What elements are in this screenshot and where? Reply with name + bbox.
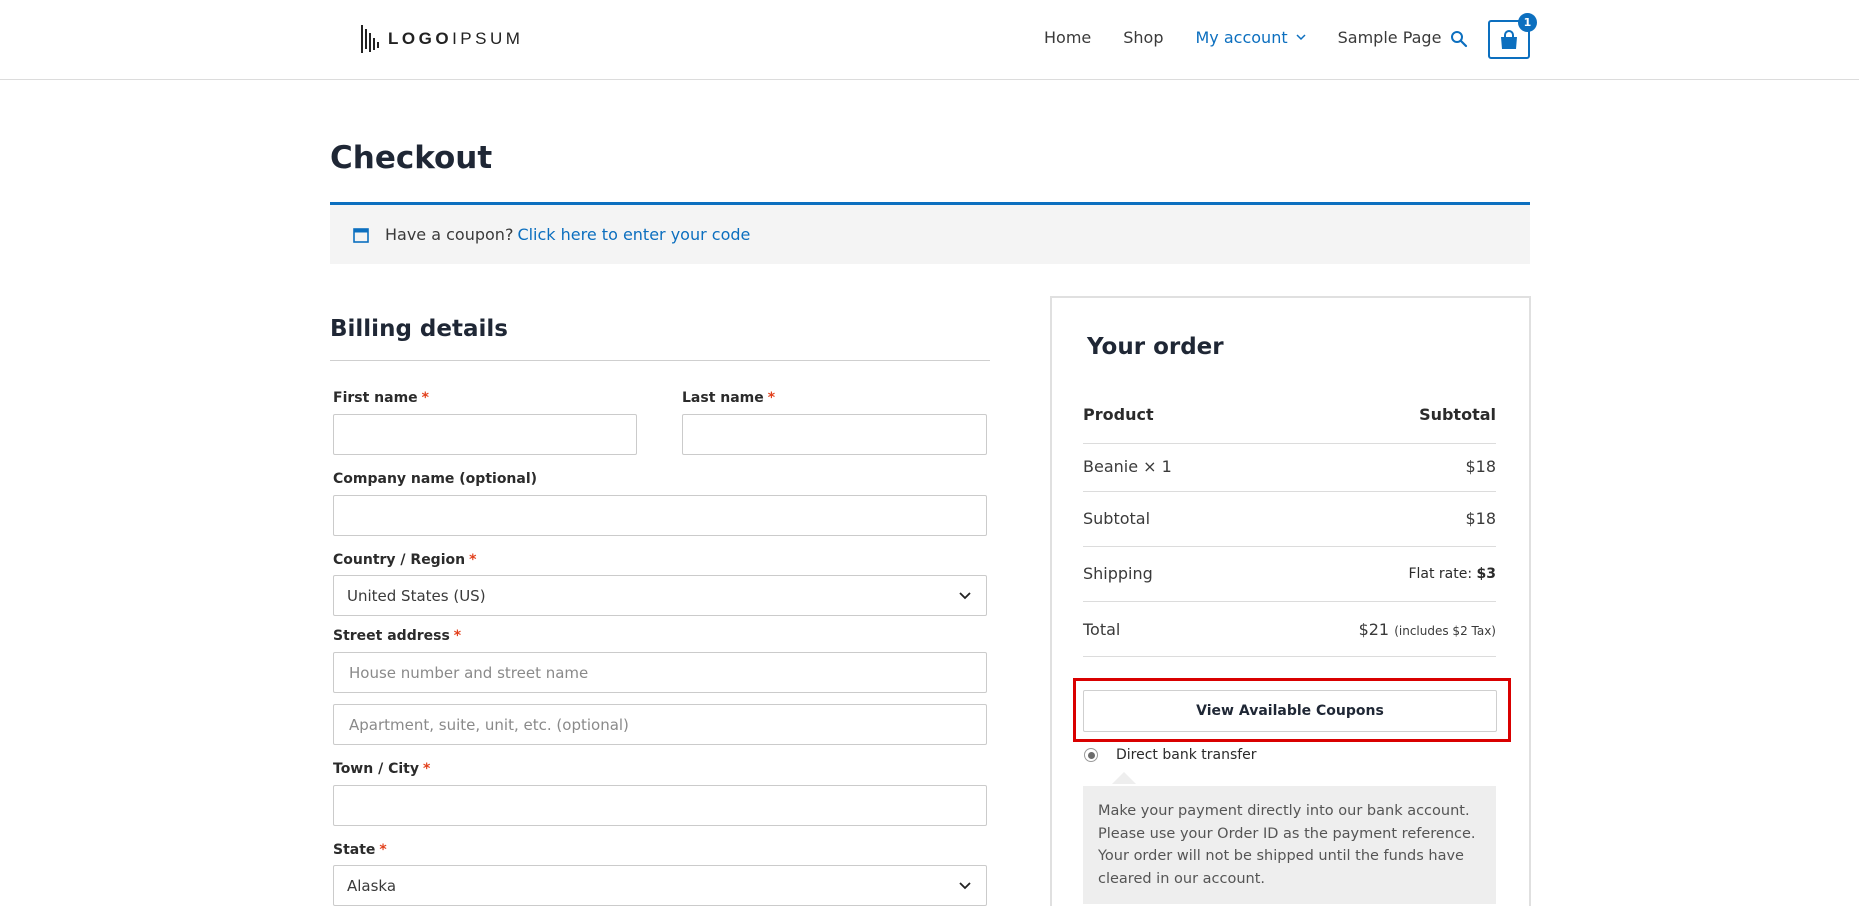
apartment-input[interactable] (333, 704, 987, 745)
coupon-notice-text: Have a coupon? (385, 225, 514, 244)
last-name-input[interactable] (682, 414, 987, 455)
first-name-input[interactable] (333, 414, 637, 455)
shipping-label: Shipping (1083, 564, 1153, 583)
direct-bank-transfer-label[interactable]: Direct bank transfer (1116, 747, 1257, 763)
order-divider (1083, 443, 1496, 444)
order-divider (1083, 491, 1496, 492)
state-select-value: Alaska (347, 876, 397, 895)
first-name-label: First name * (333, 390, 429, 406)
total-label: Total (1083, 620, 1121, 639)
nav-sample-page[interactable]: Sample Page (1338, 28, 1442, 47)
product-column-header: Product (1083, 405, 1154, 424)
order-item-price: $18 (1465, 457, 1496, 476)
order-item-row: Beanie × 1 $18 (1083, 457, 1496, 476)
site-logo[interactable]: LOGOIPSUM (360, 22, 523, 56)
last-name-label: Last name * (682, 390, 776, 406)
order-item-name: Beanie × 1 (1083, 457, 1172, 476)
company-name-label: Company name (optional) (333, 471, 538, 487)
billing-divider (330, 360, 990, 361)
calendar-icon (353, 227, 369, 243)
search-icon[interactable] (1449, 29, 1469, 49)
chevron-down-icon (959, 592, 971, 600)
chevron-down-icon (1296, 34, 1306, 41)
nav-home[interactable]: Home (1044, 28, 1091, 47)
nav-my-account-label: My account (1195, 28, 1288, 47)
billing-details-heading: Billing details (330, 316, 508, 342)
view-available-coupons-button[interactable]: View Available Coupons (1083, 690, 1497, 732)
enter-coupon-link[interactable]: Click here to enter your code (517, 225, 750, 244)
main-nav: Home Shop My account Sample Page (1044, 28, 1473, 47)
payment-box-pointer (1112, 772, 1136, 784)
shopping-bag-icon (1501, 29, 1517, 49)
payment-description-box: Make your payment directly into our bank… (1083, 786, 1496, 904)
nav-my-account[interactable]: My account (1196, 28, 1306, 47)
country-select[interactable]: United States (US) (333, 575, 987, 616)
city-label: Town / City * (333, 761, 431, 777)
order-total-row: Total $21 (includes $2 Tax) (1083, 620, 1496, 639)
subtotal-value: $18 (1465, 509, 1496, 528)
subtotal-column-header: Subtotal (1419, 405, 1496, 424)
street-address-input[interactable] (333, 652, 987, 693)
state-label: State * (333, 842, 387, 858)
order-shipping-row: Shipping Flat rate: $3 (1083, 564, 1496, 583)
coupon-notice: Have a coupon? Click here to enter your … (330, 202, 1530, 264)
shipping-value: Flat rate: $3 (1408, 565, 1496, 582)
nav-shop[interactable]: Shop (1123, 28, 1163, 47)
total-value: $21 (includes $2 Tax) (1358, 620, 1496, 639)
order-divider (1083, 546, 1496, 547)
cart-button[interactable]: 1 (1488, 13, 1537, 59)
cart-count-badge: 1 (1518, 13, 1537, 32)
order-subtotal-row: Subtotal $18 (1083, 509, 1496, 528)
state-select[interactable]: Alaska (333, 865, 987, 906)
logo-bars-icon (361, 25, 379, 53)
subtotal-label: Subtotal (1083, 509, 1151, 528)
street-address-label: Street address * (333, 628, 462, 644)
company-name-input[interactable] (333, 495, 987, 536)
logo-text: LOGOIPSUM (388, 29, 524, 48)
city-input[interactable] (333, 785, 987, 826)
order-divider (1083, 601, 1496, 602)
site-header: LOGOIPSUM Home Shop My account Sample Pa… (0, 0, 1859, 80)
order-heading: Your order (1087, 334, 1224, 360)
order-table-header: Product Subtotal (1083, 405, 1496, 424)
chevron-down-icon (959, 882, 971, 890)
country-select-value: United States (US) (347, 586, 486, 605)
direct-bank-transfer-radio[interactable] (1084, 748, 1098, 762)
country-label: Country / Region * (333, 552, 477, 568)
order-divider (1083, 656, 1496, 657)
page-title: Checkout (330, 140, 493, 176)
